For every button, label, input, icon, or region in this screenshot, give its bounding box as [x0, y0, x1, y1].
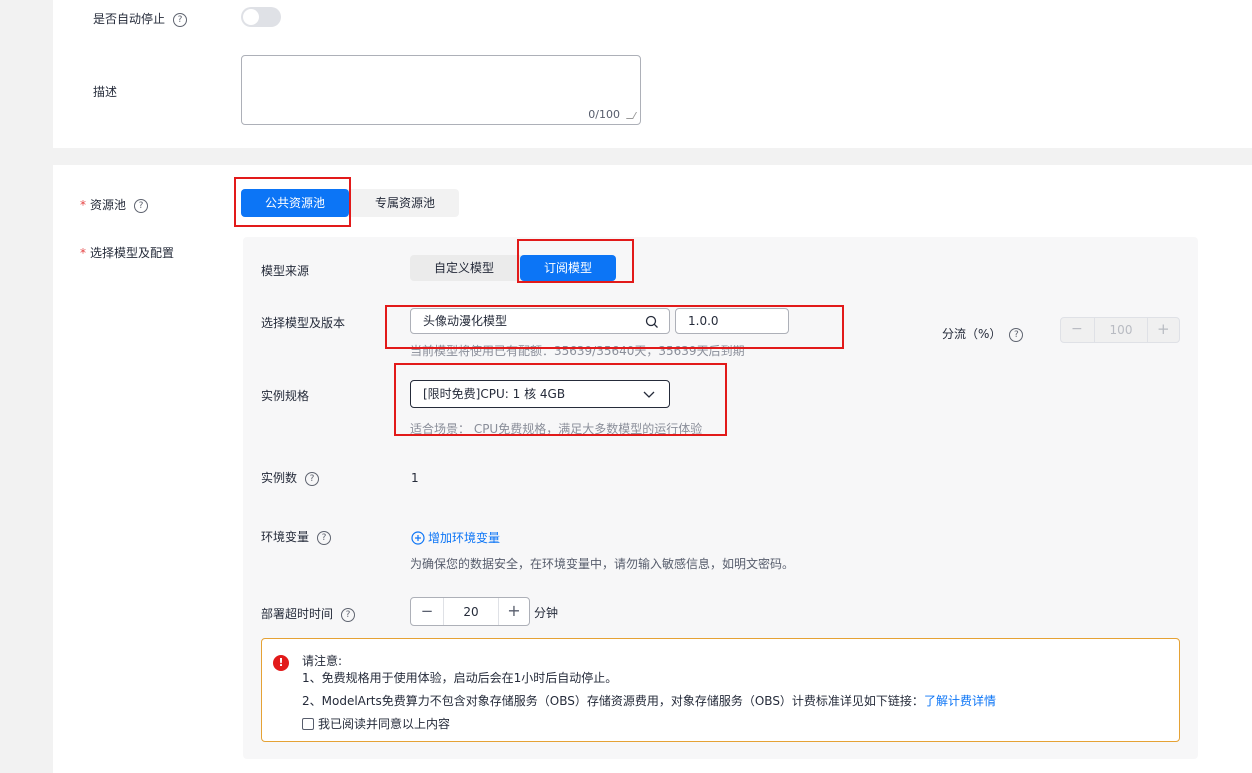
traffic-label: 分流（%）	[942, 327, 1002, 341]
model-source-label: 模型来源	[261, 264, 310, 278]
help-icon[interactable]: ?	[317, 530, 332, 545]
auto-stop-toggle[interactable]	[241, 7, 281, 27]
plus-icon: +	[1157, 320, 1170, 338]
agree-label: 我已阅读并同意以上内容	[318, 717, 451, 731]
model-config-row: * 选择模型及配置	[80, 244, 174, 261]
description-char-count: 0/100	[588, 108, 620, 121]
decrement-button[interactable]: −	[411, 598, 443, 625]
add-env-var-button[interactable]: 增加环境变量	[411, 529, 500, 546]
model-config-label: 选择模型及配置	[90, 246, 175, 260]
dedicated-pool-button[interactable]: 专属资源池	[351, 189, 459, 217]
timeout-row: 部署超时时间?	[261, 605, 356, 622]
increment-button[interactable]: +	[499, 598, 529, 625]
minus-icon: −	[1071, 321, 1083, 337]
auto-stop-label: 是否自动停止	[93, 12, 166, 26]
help-icon[interactable]: ?	[173, 12, 188, 27]
notice-line1: 1、免费规格用于使用体验，启动后会在1小时后自动停止。	[302, 671, 618, 685]
notice-box: ! 请注意: 1、免费规格用于使用体验，启动后会在1小时后自动停止。 2、Mod…	[261, 638, 1180, 742]
env-label: 环境变量	[261, 530, 310, 544]
highlight-box	[517, 239, 634, 283]
highlight-box	[234, 177, 351, 227]
spec-label: 实例规格	[261, 389, 310, 403]
basic-info-card	[53, 0, 1252, 148]
description-label: 描述	[93, 85, 118, 99]
timeout-unit: 分钟	[534, 606, 559, 620]
billing-details-link[interactable]: 了解计费详情	[924, 694, 996, 708]
required-asterisk: *	[80, 198, 86, 212]
resource-pool-label: 资源池	[90, 198, 127, 212]
stepper-divider	[1147, 318, 1148, 342]
traffic-row: 分流（%）?	[942, 325, 1024, 342]
agree-checkbox[interactable]	[302, 718, 314, 730]
help-icon[interactable]: ?	[305, 471, 320, 486]
auto-stop-row: 是否自动停止?	[93, 10, 188, 27]
toggle-knob	[243, 9, 259, 25]
env-row: 环境变量?	[261, 528, 332, 545]
error-icon: !	[273, 655, 289, 671]
notice-title: 请注意:	[302, 654, 343, 668]
traffic-value: 100	[1109, 323, 1133, 337]
env-hint: 为确保您的数据安全，在环境变量中，请勿输入敏感信息，如明文密码。	[410, 557, 795, 571]
add-env-var-label: 增加环境变量	[428, 531, 501, 545]
agree-row[interactable]: 我已阅读并同意以上内容	[302, 715, 450, 732]
highlight-box	[385, 305, 844, 349]
model-version-label: 选择模型及版本	[261, 316, 346, 330]
timeout-label: 部署超时时间	[261, 607, 334, 621]
timeout-value[interactable]: 20	[444, 605, 498, 619]
description-textarea[interactable]: 0/100	[241, 55, 641, 125]
resource-pool-row: * 资源池?	[80, 196, 149, 213]
instances-value: 1	[411, 471, 419, 485]
custom-model-button[interactable]: 自定义模型	[412, 255, 516, 281]
instances-label: 实例数	[261, 471, 298, 485]
notice-line2-row: 2、ModelArts免费算力不包含对象存储服务（OBS）存储资源费用，对象存储…	[302, 692, 996, 709]
add-circle-icon	[411, 531, 425, 545]
help-icon[interactable]: ?	[134, 198, 149, 213]
highlight-box	[394, 363, 727, 436]
resize-grip-icon[interactable]	[625, 112, 638, 119]
traffic-stepper: − 100 +	[1060, 317, 1180, 343]
timeout-stepper: − 20 +	[410, 597, 530, 626]
notice-line2: 2、ModelArts免费算力不包含对象存储服务（OBS）存储资源费用，对象存储…	[302, 694, 924, 708]
help-icon[interactable]: ?	[341, 607, 356, 622]
instances-row: 实例数?	[261, 469, 320, 486]
required-asterisk: *	[80, 246, 86, 260]
help-icon[interactable]: ?	[1009, 327, 1024, 342]
